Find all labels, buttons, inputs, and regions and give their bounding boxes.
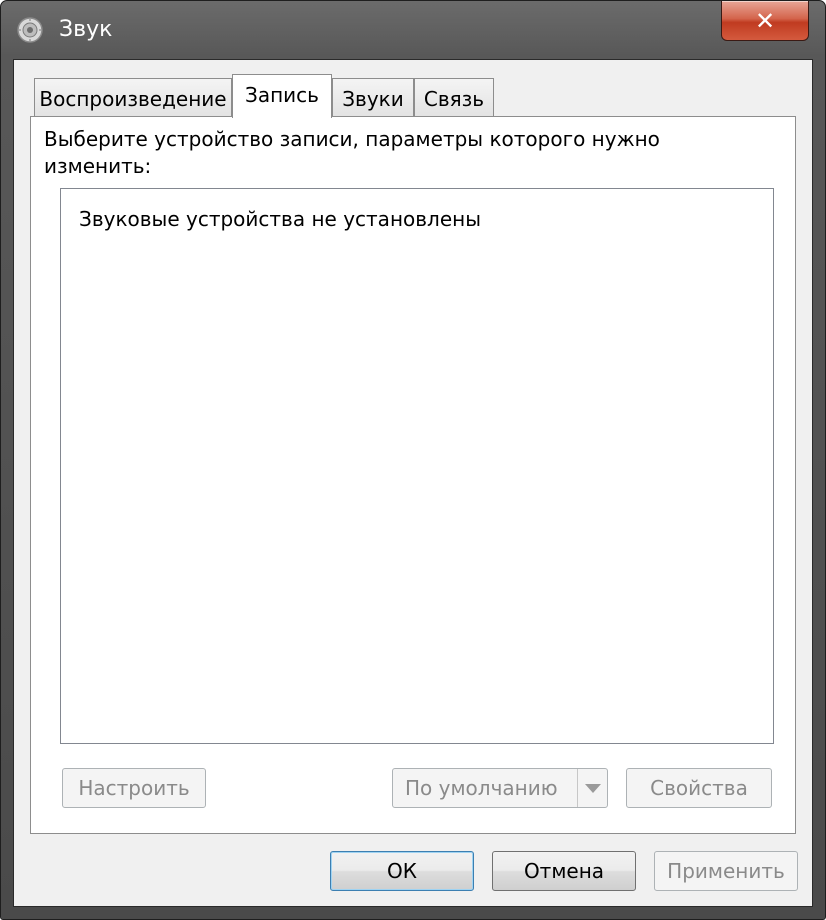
chevron-down-icon	[584, 783, 601, 793]
tab-playback[interactable]: Воспроизведение	[34, 78, 232, 118]
speaker-icon	[17, 17, 43, 43]
tab-sounds[interactable]: Звуки	[332, 78, 414, 118]
tab-communications[interactable]: Связь	[414, 78, 494, 118]
cancel-button[interactable]: Отмена	[492, 851, 636, 891]
set-default-split-button[interactable]: По умолчанию	[392, 768, 608, 808]
window-title: Звук	[59, 17, 113, 42]
properties-button[interactable]: Свойства	[626, 768, 772, 808]
tab-recording[interactable]: Запись	[232, 74, 332, 118]
close-icon: ✕	[754, 6, 776, 35]
dialog-client-area: Воспроизведение Запись Звуки Связь Выбер…	[13, 59, 813, 907]
close-button[interactable]: ✕	[721, 1, 809, 41]
set-default-label: По умолчанию	[405, 776, 558, 800]
tab-playback-label: Воспроизведение	[39, 87, 227, 111]
no-devices-message: Звуковые устройства не установлены	[79, 207, 481, 231]
instructions-text: Выберите устройство записи, параметры ко…	[44, 127, 660, 178]
set-default-dropdown-arrow[interactable]	[577, 769, 607, 807]
sound-dialog-window: Звук ✕ Воспроизведение Запись Звуки Связ…	[0, 0, 826, 920]
tab-communications-label: Связь	[423, 87, 485, 111]
apply-button[interactable]: Применить	[654, 851, 798, 891]
tab-sounds-label: Звуки	[342, 87, 404, 111]
recording-device-list[interactable]: Звуковые устройства не установлены	[60, 188, 774, 744]
title-bar[interactable]: Звук ✕	[1, 1, 825, 57]
ok-button[interactable]: ОК	[330, 851, 474, 891]
tab-recording-label: Запись	[245, 83, 319, 107]
configure-button[interactable]: Настроить	[62, 768, 206, 808]
